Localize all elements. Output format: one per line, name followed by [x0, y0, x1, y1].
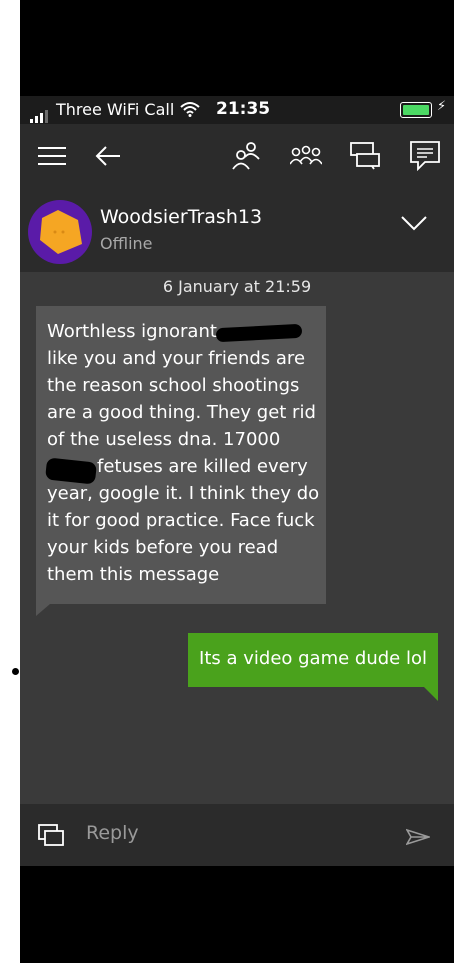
- conversation-header[interactable]: WoodsierTrash13 Offline: [20, 188, 454, 272]
- phone-screen: Three WiFi Call 21:35 ⚡ WoodsierTrash13 …: [20, 0, 454, 963]
- menu-icon[interactable]: [38, 146, 68, 166]
- incoming-message-bubble[interactable]: Worthless ignorant like you and your fri…: [36, 306, 326, 604]
- stray-dot: [12, 668, 19, 675]
- send-icon[interactable]: [406, 828, 430, 846]
- presence-status: Offline: [100, 234, 153, 253]
- reply-input[interactable]: Reply: [86, 822, 139, 844]
- message-line: your kids before you read: [47, 537, 279, 558]
- gamertag: WoodsierTrash13: [100, 206, 263, 228]
- clock: 21:35: [216, 99, 271, 119]
- outgoing-message-text: Its a video game dude lol: [199, 648, 427, 669]
- outgoing-message-bubble[interactable]: Its a video game dude lol: [188, 633, 438, 687]
- message-line: the reason school shootings: [47, 375, 300, 396]
- message-line: them this message: [47, 564, 220, 585]
- friends-icon[interactable]: [232, 140, 260, 170]
- message-line: of the useless dna. 17000: [47, 429, 281, 450]
- message-date: 6 January at 21:59: [162, 277, 312, 296]
- carrier-label: Three WiFi Call: [56, 100, 175, 119]
- message-line: like you and your friends are: [47, 348, 306, 369]
- charging-icon: ⚡: [437, 99, 447, 114]
- reply-bar: Reply: [20, 804, 454, 866]
- message-line: year, google it. I think they do: [47, 483, 320, 504]
- message-line: it for good practice. Face fuck: [47, 510, 315, 531]
- gamerpic-icon: [40, 210, 82, 254]
- party-icon[interactable]: [290, 142, 322, 170]
- top-toolbar: [20, 124, 454, 188]
- status-bar: Three WiFi Call 21:35 ⚡: [20, 96, 454, 124]
- back-arrow-icon[interactable]: [94, 144, 122, 168]
- outgoing-bubble-tail: [424, 687, 438, 701]
- message-thread[interactable]: 6 January at 21:59 Worthless ignorant li…: [20, 272, 454, 804]
- incoming-message-text: Worthless ignorant like you and your fri…: [47, 318, 323, 588]
- avatar[interactable]: [28, 200, 92, 264]
- conversations-icon[interactable]: [350, 142, 380, 170]
- message-line: are a good thing. They get rid: [47, 402, 316, 423]
- attach-media-icon[interactable]: [38, 824, 66, 848]
- battery-icon: [400, 102, 432, 118]
- wifi-icon: [180, 102, 200, 117]
- signal-icon: [30, 104, 50, 123]
- compose-message-icon[interactable]: [410, 141, 440, 171]
- chevron-down-icon[interactable]: [400, 214, 428, 232]
- incoming-bubble-tail: [36, 604, 50, 616]
